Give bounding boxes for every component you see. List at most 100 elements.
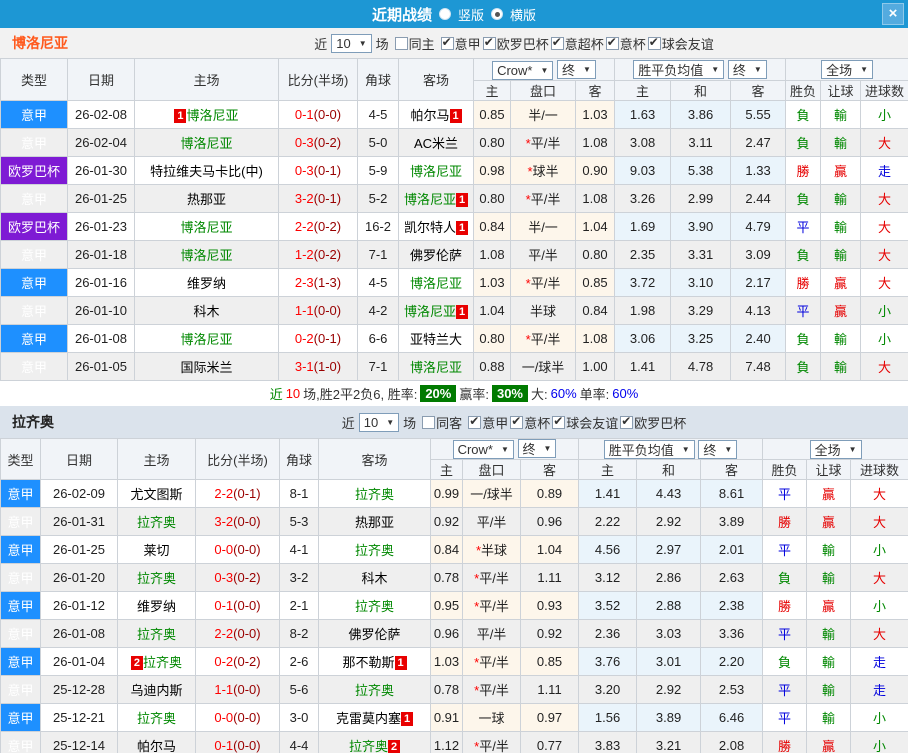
- scope-select[interactable]: 全场 ▼: [809, 439, 862, 459]
- same-home-filter[interactable]: 同主: [394, 34, 435, 53]
- checkbox-icon[interactable]: [620, 414, 634, 429]
- team-link[interactable]: 维罗纳: [137, 599, 176, 614]
- vertical-layout-label[interactable]: 竖版: [458, 5, 484, 24]
- team-link[interactable]: 帕尔马: [137, 739, 176, 753]
- team-link[interactable]: 拉齐奥: [355, 487, 394, 502]
- team-link[interactable]: 科木: [361, 571, 387, 586]
- league-filter-球会友谊[interactable]: 球会友谊: [552, 413, 618, 432]
- league-filter-意甲[interactable]: 意甲: [440, 34, 481, 53]
- league-type-cell[interactable]: 意甲: [0, 352, 68, 381]
- league-filter-意杯[interactable]: 意杯: [605, 34, 646, 53]
- avg-select[interactable]: 胜平负均值 ▼: [633, 60, 725, 79]
- checkbox-icon[interactable]: [468, 414, 482, 429]
- avg-select[interactable]: 胜平负均值 ▼: [603, 439, 695, 459]
- league-type-cell[interactable]: 意甲: [0, 128, 68, 157]
- team-link[interactable]: 那不勒斯: [342, 655, 394, 670]
- checkbox-icon[interactable]: [647, 35, 661, 50]
- odds-final-select[interactable]: 终 ▼: [517, 439, 557, 458]
- team-link[interactable]: 凯尔特人: [404, 220, 456, 235]
- team-link[interactable]: 乌迪内斯: [130, 683, 182, 698]
- league-type-cell[interactable]: 意甲: [0, 591, 41, 620]
- team-link[interactable]: 拉齐奥: [355, 683, 394, 698]
- league-type-cell[interactable]: 意甲: [0, 296, 68, 325]
- league-filter-欧罗巴杯[interactable]: 欧罗巴杯: [620, 413, 686, 432]
- odds-final-select[interactable]: 终 ▼: [557, 59, 596, 79]
- team-link[interactable]: 莱切: [143, 543, 169, 558]
- close-icon[interactable]: ×: [882, 3, 904, 25]
- team-link[interactable]: 拉齐奥: [137, 571, 176, 586]
- checkbox-icon[interactable]: [394, 36, 408, 50]
- team-link[interactable]: 拉齐奥: [355, 599, 394, 614]
- team-link[interactable]: 帕尔马: [410, 108, 449, 123]
- team-link[interactable]: 拉齐奥: [349, 739, 388, 753]
- team-link[interactable]: 拉齐奥: [143, 655, 182, 670]
- avg-final-select[interactable]: 终 ▼: [727, 60, 767, 79]
- team-link[interactable]: 博洛尼亚: [410, 360, 462, 375]
- team-link[interactable]: 博洛尼亚: [404, 192, 456, 207]
- odds-company-select[interactable]: Crow* ▼: [452, 440, 514, 459]
- league-type-cell[interactable]: 意甲: [0, 647, 41, 676]
- league-type-cell[interactable]: 意甲: [0, 563, 41, 592]
- checkbox-icon[interactable]: [510, 414, 524, 429]
- league-type-cell[interactable]: 意甲: [0, 240, 68, 269]
- bologna-count-select[interactable]: 10 ▼: [331, 33, 372, 53]
- team-link[interactable]: AC米兰: [414, 136, 458, 151]
- league-type-cell[interactable]: 意甲: [0, 100, 68, 129]
- team-link[interactable]: 维罗纳: [187, 276, 226, 291]
- league-filter-欧罗巴杯[interactable]: 欧罗巴杯: [482, 34, 549, 53]
- lazio-count-select[interactable]: 10 ▼: [358, 412, 400, 432]
- team-link[interactable]: 热那亚: [187, 192, 226, 207]
- scope-select[interactable]: 全场 ▼: [821, 60, 874, 79]
- league-filter-意杯[interactable]: 意杯: [510, 413, 550, 432]
- team-link[interactable]: 拉齐奥: [137, 627, 176, 642]
- checkbox-icon[interactable]: [550, 35, 564, 50]
- team-link[interactable]: 博洛尼亚: [180, 248, 232, 263]
- checkbox-icon[interactable]: [422, 415, 436, 429]
- league-type-cell[interactable]: 意甲: [0, 619, 41, 648]
- team-link[interactable]: 博洛尼亚: [180, 332, 232, 347]
- league-filter-意甲[interactable]: 意甲: [468, 413, 508, 432]
- league-type-cell[interactable]: 意甲: [0, 184, 68, 213]
- team-link[interactable]: 拉齐奥: [137, 515, 176, 530]
- team-link[interactable]: 国际米兰: [180, 360, 232, 375]
- team-link[interactable]: 尤文图斯: [130, 487, 182, 502]
- team-link[interactable]: 博洛尼亚: [410, 276, 462, 291]
- team-link[interactable]: 博洛尼亚: [186, 108, 238, 123]
- team-link[interactable]: 热那亚: [355, 515, 394, 530]
- horizontal-layout-radio[interactable]: [491, 8, 503, 20]
- horizontal-layout-label[interactable]: 横版: [510, 5, 536, 24]
- league-type-cell[interactable]: 意甲: [0, 268, 68, 297]
- checkbox-icon[interactable]: [552, 414, 566, 429]
- league-type-cell[interactable]: 意甲: [0, 507, 41, 536]
- league-filter-意超杯[interactable]: 意超杯: [550, 34, 604, 53]
- team-link[interactable]: 克雷莫内塞: [336, 711, 401, 726]
- team-link[interactable]: 拉齐奥: [355, 543, 394, 558]
- league-type-cell[interactable]: 意甲: [0, 479, 41, 508]
- team-link[interactable]: 拉齐奥: [137, 711, 176, 726]
- odds-company-select[interactable]: Crow* ▼: [492, 60, 554, 80]
- checkbox-icon[interactable]: [482, 35, 496, 50]
- league-type-cell[interactable]: 意甲: [0, 731, 41, 753]
- team-link[interactable]: 特拉维夫马卡比(中): [150, 164, 263, 179]
- checkbox-icon[interactable]: [440, 35, 454, 50]
- vertical-layout-radio[interactable]: [438, 8, 451, 20]
- team-link[interactable]: 博洛尼亚: [180, 136, 232, 151]
- league-type-cell[interactable]: 意甲: [0, 703, 41, 732]
- team-link[interactable]: 佛罗伦萨: [410, 248, 462, 263]
- league-type-cell[interactable]: 意甲: [0, 324, 68, 353]
- checkbox-icon[interactable]: [605, 35, 619, 50]
- team-link[interactable]: 亚特兰大: [410, 332, 462, 347]
- team-link[interactable]: 博洛尼亚: [410, 164, 462, 179]
- team-link[interactable]: 科木: [193, 304, 219, 319]
- avg-final-select[interactable]: 终 ▼: [698, 439, 738, 459]
- league-type-cell[interactable]: 欧罗巴杯: [0, 212, 68, 241]
- team-link[interactable]: 博洛尼亚: [180, 220, 232, 235]
- league-type-cell[interactable]: 意甲: [0, 675, 41, 704]
- same-away-filter[interactable]: 同客: [422, 413, 462, 432]
- league-type-cell[interactable]: 欧罗巴杯: [0, 156, 68, 185]
- team-link[interactable]: 佛罗伦萨: [348, 627, 400, 642]
- league-type-cell[interactable]: 意甲: [0, 535, 41, 564]
- home-team-cell: 博洛尼亚: [134, 128, 279, 157]
- league-filter-球会友谊[interactable]: 球会友谊: [647, 34, 714, 53]
- team-link[interactable]: 博洛尼亚: [404, 304, 456, 319]
